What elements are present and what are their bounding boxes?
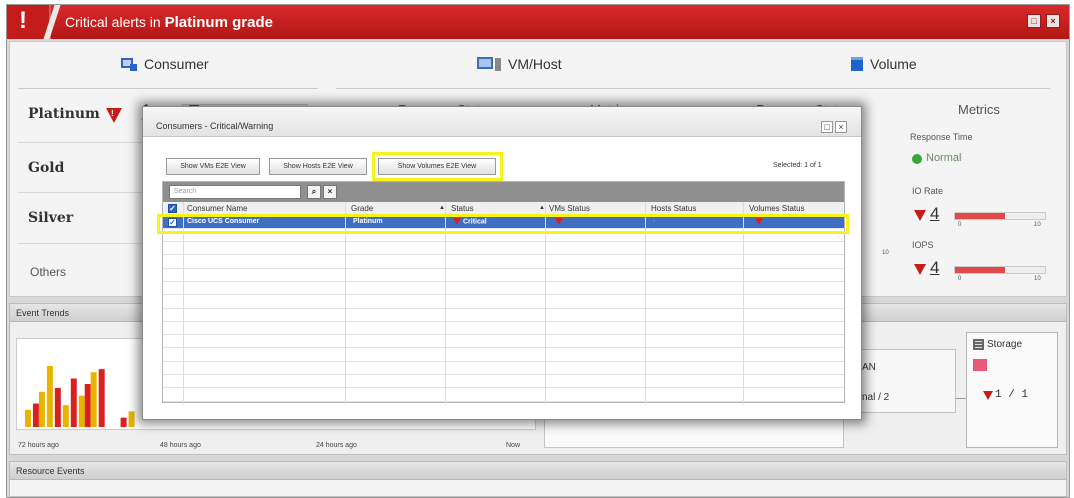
show-hosts-e2e-view-button[interactable]: Show Hosts E2E View xyxy=(269,158,367,175)
trend-bar[interactable] xyxy=(70,378,77,428)
trend-bar[interactable] xyxy=(62,405,69,428)
trend-bar[interactable] xyxy=(128,411,135,428)
io-rate-fill xyxy=(955,213,1005,219)
search-input[interactable]: Search xyxy=(169,185,301,199)
trend-bar[interactable] xyxy=(32,403,39,428)
critical-icon: ! xyxy=(106,108,122,123)
table-row-empty xyxy=(163,296,844,309)
close-window-button[interactable]: × xyxy=(1046,14,1060,28)
io-rate-bar xyxy=(954,212,1046,220)
trend-bar[interactable] xyxy=(84,384,91,428)
vmhost-column-header[interactable]: VM/Host xyxy=(476,56,562,72)
divider xyxy=(18,88,318,89)
trend-bar[interactable] xyxy=(120,417,127,428)
trend-bar[interactable] xyxy=(78,395,85,428)
iops-bar xyxy=(954,266,1046,274)
tick-label: Now xyxy=(506,442,521,449)
tick-label: 48 hours ago xyxy=(160,442,201,449)
table-row-empty xyxy=(163,322,844,336)
volume-column-header[interactable]: Volume xyxy=(850,56,917,72)
consumers-dialog: Consumers - Critical/Warning □ × Show VM… xyxy=(142,106,862,420)
table-row-empty xyxy=(163,362,844,375)
divider xyxy=(18,243,148,244)
select-all-checkbox[interactable]: ✓ xyxy=(168,204,177,213)
consumer-icon xyxy=(121,58,137,71)
dialog-close-button[interactable]: × xyxy=(835,121,847,133)
dialog-restore-button[interactable]: □ xyxy=(821,121,833,133)
restore-window-button[interactable]: □ xyxy=(1027,14,1041,28)
critical-icon xyxy=(914,210,926,221)
table-toolbar: Search ⌕ × xyxy=(163,182,844,202)
col-consumer-name[interactable]: Consumer Name xyxy=(187,204,247,213)
table-row-empty xyxy=(163,309,844,322)
san-node[interactable] xyxy=(856,349,956,413)
divider xyxy=(336,88,1050,89)
trend-bar[interactable] xyxy=(38,391,45,428)
grade-platinum[interactable]: Platinum xyxy=(28,106,100,122)
table-row-empty xyxy=(163,389,844,402)
resource-events-panel: Resource Events xyxy=(9,461,1067,497)
tick-label: 72 hours ago xyxy=(18,442,59,449)
col-hosts-status[interactable]: Hosts Status xyxy=(651,204,696,213)
storage-label: Storage xyxy=(987,339,1023,350)
grade-gold[interactable]: Gold xyxy=(28,160,64,176)
storage-alert-marker xyxy=(973,359,987,371)
iops-label: IOPS xyxy=(912,240,934,250)
table-row-empty xyxy=(163,242,844,256)
tick-label: 24 hours ago xyxy=(316,442,357,449)
volume-icon xyxy=(851,57,863,71)
divider xyxy=(18,142,148,143)
io-rate-value[interactable]: 4 xyxy=(930,204,939,224)
gauge-tick: 10 xyxy=(882,250,889,256)
trend-bar[interactable] xyxy=(98,369,105,428)
table-row-empty xyxy=(163,269,844,282)
highlight-frame xyxy=(372,152,503,181)
highlight-frame xyxy=(157,214,849,234)
clear-search-button[interactable]: × xyxy=(323,185,337,199)
trend-bar[interactable] xyxy=(46,366,53,428)
san-label: AN xyxy=(862,362,876,373)
selected-count: Selected: 1 of 1 xyxy=(773,162,822,169)
table-row-empty xyxy=(163,256,844,269)
consumer-column-header[interactable]: Consumer xyxy=(120,56,209,72)
trend-bar[interactable] xyxy=(24,409,31,428)
table-row-empty xyxy=(163,335,844,349)
volume-metrics-header: Metrics xyxy=(958,102,1000,117)
divider xyxy=(18,192,148,193)
response-status[interactable]: Normal xyxy=(926,152,961,164)
col-grade[interactable]: Grade xyxy=(351,204,373,213)
trend-bar[interactable] xyxy=(54,387,61,428)
table-row-empty xyxy=(163,282,844,296)
search-icon[interactable]: ⌕ xyxy=(307,185,321,199)
resource-events-header: Resource Events xyxy=(10,462,1066,480)
col-status[interactable]: Status xyxy=(451,204,474,213)
san-value: nal / 2 xyxy=(862,392,890,403)
col-volumes-status[interactable]: Volumes Status xyxy=(749,204,805,213)
col-vms-status[interactable]: VMs Status xyxy=(549,204,590,213)
iops-value[interactable]: 4 xyxy=(930,258,939,278)
io-rate-label: IO Rate xyxy=(912,186,944,196)
grade-others[interactable]: Others xyxy=(30,265,66,279)
table-row-empty xyxy=(163,349,844,362)
show-vms-e2e-view-button[interactable]: Show VMs E2E View xyxy=(166,158,260,175)
table-row-empty xyxy=(163,375,844,389)
storage-value: 1 / 1 xyxy=(995,389,1029,401)
grade-silver[interactable]: Silver xyxy=(28,210,73,226)
connector xyxy=(956,398,966,399)
iops-fill xyxy=(955,267,1005,273)
critical-icon xyxy=(983,391,993,400)
response-time-label: Response Time xyxy=(910,132,973,142)
storage-icon xyxy=(973,339,984,350)
trend-bar[interactable] xyxy=(90,372,97,428)
normal-status-icon xyxy=(912,154,922,164)
dialog-title: Consumers - Critical/Warning xyxy=(143,107,861,137)
critical-icon xyxy=(914,264,926,275)
window-title: Critical alerts in Platinum grade xyxy=(65,14,273,31)
window-titlebar: ! Critical alerts in Platinum grade □ × xyxy=(7,5,1069,39)
storage-node[interactable]: Storage 1 / 1 xyxy=(966,332,1058,448)
server-icon xyxy=(477,57,501,71)
